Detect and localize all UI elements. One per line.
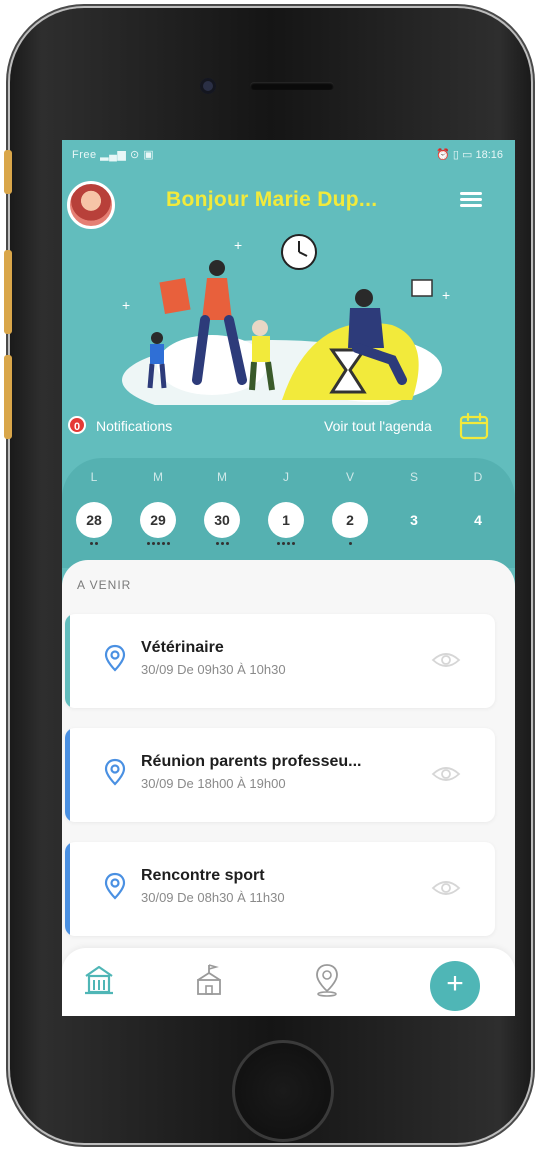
event-dot <box>220 542 224 545</box>
eye-icon[interactable] <box>431 764 461 784</box>
day-letter: V <box>345 470 354 484</box>
places-tab-icon[interactable] <box>310 962 344 998</box>
event-dots <box>136 542 180 548</box>
location-pin-icon <box>104 758 126 786</box>
day-letter: J <box>283 470 289 484</box>
notifications-row: 0 Notifications Voir tout l'agenda <box>62 410 515 440</box>
event-dot <box>287 542 290 545</box>
bottom-tab-bar: + <box>62 948 515 1016</box>
day-letter: L <box>90 470 98 484</box>
event-title: Vétérinaire <box>141 639 224 656</box>
event-dot <box>161 542 165 545</box>
event-time: 30/09 De 08h30 À 11h30 <box>141 890 285 905</box>
earpiece-speaker <box>250 82 334 90</box>
event-dot <box>95 542 98 545</box>
day-letter: D <box>473 470 483 484</box>
location-pin-icon <box>104 872 126 900</box>
eye-icon[interactable] <box>431 878 461 898</box>
status-bar-right: ⏰ ▯ ▭ 18:16 <box>436 149 503 161</box>
day-number[interactable]: 4 <box>460 502 496 538</box>
event-time: 30/09 De 09h30 À 10h30 <box>141 662 286 677</box>
event-dot <box>90 542 93 545</box>
mute-switch <box>4 150 12 194</box>
event-accent-bar <box>65 728 70 822</box>
view-agenda-link[interactable]: Voir tout l'agenda <box>324 418 432 434</box>
event-dot <box>166 542 170 545</box>
add-event-button[interactable]: + <box>430 961 480 1011</box>
greeting-title: Bonjour Marie Dup... <box>166 188 378 211</box>
event-dot <box>292 542 295 545</box>
event-time: 30/09 De 18h00 À 19h00 <box>141 776 286 791</box>
calendar-icon[interactable] <box>459 412 489 440</box>
day-number[interactable]: 28 <box>76 502 112 538</box>
notifications-link[interactable]: Notifications <box>96 418 172 434</box>
home-tab-icon[interactable] <box>82 962 116 998</box>
eye-icon[interactable] <box>431 650 461 670</box>
front-camera <box>200 78 216 94</box>
upcoming-section-label: A VENIR <box>77 578 132 592</box>
status-bar-left: Free ▂▄▆ ⊙ ▣ <box>72 149 155 161</box>
event-dot <box>146 542 150 545</box>
day-number[interactable]: 2 <box>332 502 368 538</box>
header-illustration: + + + <box>122 234 450 405</box>
day-number[interactable]: 29 <box>140 502 176 538</box>
hamburger-menu-icon[interactable] <box>460 192 482 208</box>
event-accent-bar <box>65 614 70 708</box>
event-dots <box>392 542 436 548</box>
volume-up-button <box>4 250 12 334</box>
app-screen: Free ▂▄▆ ⊙ ▣ ⏰ ▯ ▭ 18:16 Bonjour Marie D… <box>62 140 515 1016</box>
status-bar: Free ▂▄▆ ⊙ ▣ ⏰ ▯ ▭ 18:16 <box>62 140 515 170</box>
event-dot <box>151 542 155 545</box>
week-strip: L 28 M 29 M 30 J 1 V 2 S 3 D 4 <box>62 458 515 568</box>
event-dot <box>156 542 160 545</box>
event-card[interactable]: Réunion parents professeu... 30/09 De 18… <box>65 728 495 822</box>
event-card[interactable]: Rencontre sport 30/09 De 08h30 À 11h30 <box>65 842 495 936</box>
event-dot <box>277 542 280 545</box>
event-dots <box>456 542 500 548</box>
school-tab-icon[interactable] <box>192 962 226 998</box>
event-card[interactable]: Vétérinaire 30/09 De 09h30 À 10h30 <box>65 614 495 708</box>
event-dot <box>348 542 352 545</box>
event-title: Réunion parents professeu... <box>141 753 362 770</box>
svg-text:+: + <box>234 237 242 253</box>
volume-down-button <box>4 355 12 439</box>
home-button[interactable] <box>232 1040 334 1142</box>
event-dots <box>328 542 372 548</box>
event-dot <box>225 542 229 545</box>
day-letter: M <box>217 470 227 484</box>
event-dot <box>215 542 219 545</box>
event-dot <box>282 542 285 545</box>
day-number[interactable]: 1 <box>268 502 304 538</box>
location-pin-icon <box>104 644 126 672</box>
event-title: Rencontre sport <box>141 867 265 884</box>
avatar[interactable] <box>67 181 115 229</box>
svg-text:+: + <box>442 287 450 303</box>
notification-count-badge[interactable]: 0 <box>68 416 86 434</box>
event-dots <box>264 542 308 548</box>
day-number[interactable]: 30 <box>204 502 240 538</box>
event-dots <box>200 542 244 548</box>
event-accent-bar <box>65 842 70 936</box>
day-letter: M <box>153 470 163 484</box>
day-number[interactable]: 3 <box>396 502 432 538</box>
svg-text:+: + <box>122 297 130 313</box>
day-letter: S <box>409 470 418 484</box>
event-dots <box>72 542 116 548</box>
